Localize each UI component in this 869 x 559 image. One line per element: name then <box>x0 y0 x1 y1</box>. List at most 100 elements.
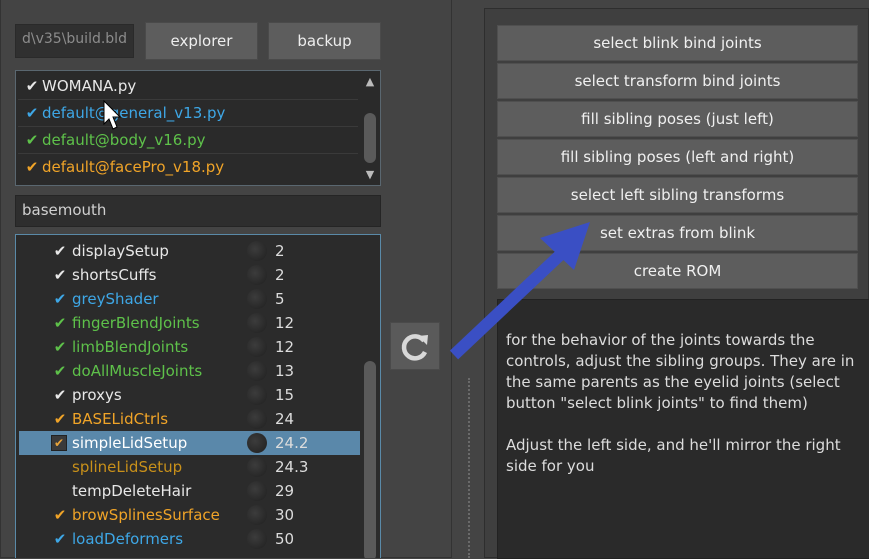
select-blink-bind-joints-button[interactable]: select blink bind joints <box>497 25 858 61</box>
check-icon[interactable]: ✔ <box>51 383 69 407</box>
step-name: doAllMuscleJoints <box>72 362 203 380</box>
file-item-facepro[interactable]: ✔ default@facePro_v18.py <box>18 154 358 181</box>
backup-button[interactable]: backup <box>268 22 381 60</box>
status-circle-icon <box>247 361 267 381</box>
status-circle-icon <box>247 409 267 429</box>
scroll-thumb[interactable] <box>364 361 376 558</box>
step-number: 30 <box>275 506 295 524</box>
explorer-button[interactable]: explorer <box>145 22 258 60</box>
file-label: default@facePro_v18.py <box>42 158 225 176</box>
status-circle-icon <box>247 385 267 405</box>
step-name: displaySetup <box>72 242 169 260</box>
step-number: 2 <box>275 242 285 260</box>
fill-sibling-poses-left-right-button[interactable]: fill sibling poses (left and right) <box>497 139 858 175</box>
step-name: limbBlendJoints <box>72 338 189 356</box>
filter-input[interactable]: basemouth <box>15 195 381 227</box>
check-icon[interactable]: ✔ <box>51 239 69 263</box>
description-text: for the behavior of the joints towards t… <box>497 299 869 559</box>
status-circle-icon <box>247 505 267 525</box>
check-icon: ✔ <box>25 104 39 122</box>
file-label: default@body_v16.py <box>42 131 206 149</box>
file-item-womana[interactable]: ✔ WOMANA.py <box>18 73 358 100</box>
right-panel: select blink bind joints select transfor… <box>484 8 869 559</box>
step-number: 24.2 <box>275 434 309 452</box>
check-icon[interactable]: ✔ <box>51 527 69 551</box>
step-name: shortsCuffs <box>72 266 157 284</box>
file-list-scrollbar[interactable]: ▲ ▼ <box>360 71 380 185</box>
file-item-body[interactable]: ✔ default@body_v16.py <box>18 127 358 154</box>
scroll-up-arrow-icon[interactable]: ▲ <box>360 75 380 88</box>
check-icon[interactable]: ✔ <box>51 359 69 383</box>
file-list: ✔ WOMANA.py ✔ default@general_v13.py ✔ defa… <box>15 70 381 186</box>
file-item-general[interactable]: ✔ default@general_v13.py <box>18 100 358 127</box>
status-circle-icon <box>247 289 267 309</box>
select-left-sibling-transforms-button[interactable]: select left sibling transforms <box>497 177 858 213</box>
step-row[interactable]: ✔ BASELidCtrls 24 <box>19 407 360 431</box>
step-list-scrollbar[interactable] <box>360 235 380 558</box>
status-circle-icon <box>247 457 267 477</box>
file-label: WOMANA.py <box>42 77 137 95</box>
step-row[interactable]: ✔ displaySetup 2 <box>19 239 360 263</box>
step-name: loadDeformers <box>72 530 184 548</box>
check-icon[interactable]: ✔ <box>51 287 69 311</box>
step-row[interactable]: ✔ fingerBlendJoints 12 <box>19 311 360 335</box>
status-circle-icon <box>247 265 267 285</box>
check-icon[interactable]: ✔ <box>51 311 69 335</box>
step-row-selected[interactable]: ✔ simpleLidSetup 24.2 <box>19 431 360 455</box>
step-row[interactable]: ✔ browSplinesSurface 30 <box>19 503 360 527</box>
reload-button[interactable] <box>390 322 440 370</box>
step-name: simpleLidSetup <box>72 434 188 452</box>
description-paragraph: for the behavior of the joints towards t… <box>506 331 855 412</box>
status-circle-icon <box>247 337 267 357</box>
step-row[interactable]: ✔ greyShader 5 <box>19 287 360 311</box>
step-number: 5 <box>275 290 285 308</box>
status-circle-icon <box>247 313 267 333</box>
check-icon[interactable]: ✔ <box>51 335 69 359</box>
step-number: 24.3 <box>275 458 309 476</box>
step-row[interactable]: ✔ limbBlendJoints 12 <box>19 335 360 359</box>
step-name: greyShader <box>72 290 159 308</box>
scroll-thumb[interactable] <box>364 113 376 163</box>
splitter-handle[interactable] <box>468 378 470 558</box>
step-row[interactable]: splineLidSetup 24.3 <box>19 455 360 479</box>
set-extras-from-blink-button[interactable]: set extras from blink <box>497 215 858 251</box>
check-icon: ✔ <box>25 158 39 176</box>
build-path-field[interactable]: d\v35\build.bld <box>15 24 134 58</box>
step-number: 24 <box>275 410 295 428</box>
create-rom-button[interactable]: create ROM <box>497 253 858 289</box>
check-icon[interactable]: ✔ <box>51 407 69 431</box>
step-row[interactable]: ✔ loadDeformers 50 <box>19 527 360 551</box>
step-row[interactable]: tempDeleteHair 29 <box>19 479 360 503</box>
step-name: tempDeleteHair <box>72 482 192 500</box>
status-circle-icon <box>247 481 267 501</box>
step-row[interactable]: ✔ proxys 15 <box>19 383 360 407</box>
select-transform-bind-joints-button[interactable]: select transform bind joints <box>497 63 858 99</box>
step-number: 12 <box>275 338 295 356</box>
check-icon: ✔ <box>25 131 39 149</box>
step-row[interactable]: ✔ doAllMuscleJoints 13 <box>19 359 360 383</box>
check-icon[interactable]: ✔ <box>51 503 69 527</box>
step-number: 29 <box>275 482 295 500</box>
status-circle-icon <box>247 241 267 261</box>
check-icon[interactable]: ✔ <box>51 263 69 287</box>
step-name: BASELidCtrls <box>72 410 169 428</box>
step-row[interactable]: ✔ shortsCuffs 2 <box>19 263 360 287</box>
check-icon: ✔ <box>25 77 39 95</box>
scroll-down-arrow-icon[interactable]: ▼ <box>360 168 380 181</box>
left-panel: d\v35\build.bld explorer backup ✔ WOMANA.… <box>0 0 452 558</box>
step-number: 2 <box>275 266 285 284</box>
description-paragraph: Adjust the left side, and he'll mirror t… <box>506 436 841 475</box>
status-circle-icon <box>247 529 267 549</box>
step-name: browSplinesSurface <box>72 506 220 524</box>
step-name: fingerBlendJoints <box>72 314 200 332</box>
step-number: 50 <box>275 530 295 548</box>
refresh-icon <box>401 334 428 361</box>
fill-sibling-poses-left-button[interactable]: fill sibling poses (just left) <box>497 101 858 137</box>
step-number: 12 <box>275 314 295 332</box>
step-number: 15 <box>275 386 295 404</box>
check-icon[interactable]: ✔ <box>51 435 67 451</box>
step-name: proxys <box>72 386 122 404</box>
step-list: ✔ displaySetup 2 ✔ shortsCuffs 2 ✔ greyS… <box>15 234 381 558</box>
status-circle-icon <box>247 433 267 453</box>
step-number: 13 <box>275 362 295 380</box>
